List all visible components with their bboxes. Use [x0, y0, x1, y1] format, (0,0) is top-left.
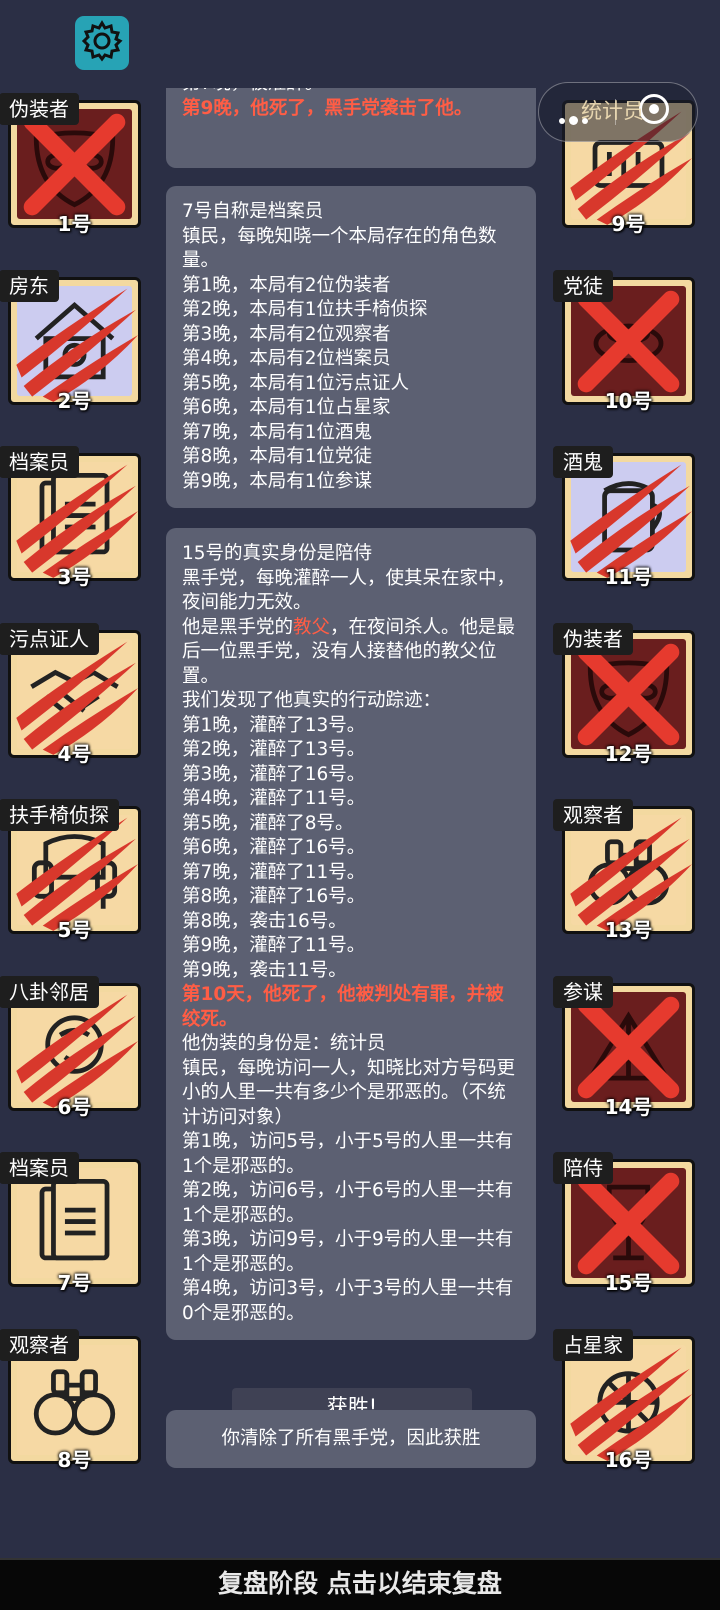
- win-reason-message: 你清除了所有黑手党，因此获胜: [166, 1410, 536, 1468]
- player-number: 13号: [604, 918, 653, 942]
- log-line: 镇民，每晚知晓一个本局存在的角色数量。: [182, 225, 497, 272]
- role-description: 黑手党，每晚灌醉一人，使其呆在家中，夜间能力无效。: [182, 567, 516, 614]
- night-action-line: 第5晚，灌醉了8号。: [182, 812, 354, 834]
- left-player-card-5[interactable]: 扶手椅侦探 5号: [0, 799, 141, 942]
- execution-line: 第10天，他死了，他被判处有罪，并被绞死。: [182, 984, 504, 1030]
- player-number: 1号: [57, 212, 92, 236]
- night-action-line: 第9晚，袭击11号。: [182, 959, 347, 981]
- player-number: 11号: [604, 565, 653, 589]
- role-label: 陪侍: [553, 1152, 613, 1184]
- log-line: 第7晚，被灌醉。: [182, 88, 520, 97]
- night-action-line: 第2晚，灌醉了13号。: [182, 739, 366, 760]
- role-label: 伪装者: [553, 622, 633, 655]
- left-player-card-3[interactable]: 档案员 3号: [0, 446, 141, 589]
- disguise-line: 他伪装的身份是：统计员: [182, 1033, 386, 1054]
- gear-icon: [80, 19, 124, 67]
- visit-result-line: 第2晚，访问6号，小于6号的人里一共有1个是邪恶的。: [182, 1180, 514, 1226]
- left-player-card-1[interactable]: 伪装者 1号: [0, 93, 141, 236]
- right-player-card-8[interactable]: 占星家 16号: [553, 1328, 695, 1472]
- miniprogram-capsule: 统计员: [538, 82, 698, 142]
- player-number: 4号: [57, 741, 92, 766]
- left-player-card-6[interactable]: 八卦邻居 6号: [0, 975, 141, 1119]
- role-label: 档案员: [0, 1152, 79, 1184]
- log-line: 第7晚，本局有1位酒鬼: [182, 421, 373, 443]
- player-number: 15号: [604, 1271, 653, 1295]
- player-number: 9号: [611, 212, 646, 236]
- player-number: 14号: [604, 1094, 653, 1119]
- role-label: 伪装者: [0, 93, 79, 125]
- log-line: 第4晚，本局有2位档案员: [182, 348, 391, 369]
- player-number: 12号: [604, 741, 653, 766]
- role-label: 房东: [0, 269, 59, 302]
- visit-result-line: 第3晚，访问9号，小于9号的人里一共有1个是邪恶的。: [182, 1229, 514, 1275]
- role-label: 酒鬼: [553, 446, 613, 478]
- right-player-card-2[interactable]: 党徒 10号: [553, 269, 695, 413]
- night-action-line: 第8晚，袭击16号。: [182, 910, 347, 932]
- log-line: 第6晚，本局有1位占星家: [182, 397, 391, 418]
- right-player-card-3[interactable]: 酒鬼 11号: [553, 446, 695, 589]
- player-number: 3号: [57, 565, 92, 589]
- log-line: 第9晚，本局有1位参谋: [182, 470, 373, 492]
- trace-heading: 我们发现了他真实的行动踪迹：: [182, 690, 442, 711]
- binoculars-icon: [17, 1344, 132, 1455]
- left-player-card-7[interactable]: 档案员 7号: [0, 1152, 141, 1295]
- capsule-role-label: 统计员: [581, 99, 644, 123]
- right-player-card-4[interactable]: 伪装者 12号: [553, 622, 695, 766]
- right-player-card-5[interactable]: 观察者 13号: [553, 799, 695, 942]
- player-number: 7号: [57, 1271, 92, 1295]
- reveal-title: 15号的真实身份是陪侍: [182, 543, 373, 564]
- document-icon: [17, 1168, 132, 1278]
- right-player-card-7[interactable]: 陪侍 15号: [553, 1152, 695, 1295]
- visit-result-line: 第1晚，访问5号，小于5号的人里一共有1个是邪恶的。: [182, 1131, 514, 1177]
- night-action-line: 第1晚，灌醉了13号。: [182, 714, 366, 736]
- right-player-card-6[interactable]: 参谋 14号: [553, 975, 695, 1119]
- role-label: 观察者: [0, 1328, 79, 1361]
- role-label: 档案员: [0, 446, 79, 478]
- log-line: 第2晚，本局有1位扶手椅侦探: [182, 299, 428, 320]
- settings-button[interactable]: [75, 16, 129, 70]
- godfather-text: 他是黑手党的教父，在夜间杀人。他是最后一位黑手党，没有人接替他的教父位置。: [182, 616, 516, 687]
- role-label: 党徒: [553, 269, 613, 302]
- player-number: 5号: [57, 918, 92, 942]
- log-line: 第1晚，本局有2位伪装者: [182, 274, 391, 296]
- player-number: 10号: [604, 388, 653, 413]
- left-player-card-2[interactable]: 房东 2号: [0, 269, 141, 413]
- log-line: 第5晚，本局有1位污点证人: [182, 372, 410, 394]
- night-action-line: 第3晚，灌醉了16号。: [182, 763, 366, 785]
- night-action-line: 第4晚，灌醉了11号。: [182, 788, 366, 809]
- left-player-card-4[interactable]: 污点证人 4号: [0, 622, 141, 766]
- role-label: 污点证人: [0, 622, 99, 655]
- left-player-card-8[interactable]: 观察者 8号: [0, 1328, 141, 1472]
- player-number: 8号: [57, 1447, 92, 1472]
- godfather-keyword: 教父: [293, 616, 331, 638]
- player-number: 16号: [604, 1447, 653, 1472]
- log-message-9: 第7晚，被灌醉。 第9晚，他死了，黑手党袭击了他。: [166, 88, 536, 168]
- log-death-line: 第9晚，他死了，黑手党袭击了他。: [182, 97, 473, 119]
- player-number: 6号: [57, 1094, 92, 1119]
- role-label: 观察者: [553, 799, 633, 831]
- log-line: 7号自称是档案员: [182, 201, 324, 222]
- disguise-description: 镇民，每晚访问一人，知晓比对方号码更小的人里一共有多少个是邪恶的。（不统计访问对…: [182, 1057, 516, 1128]
- log-line: 第3晚，本局有2位观察者: [182, 323, 391, 345]
- log-message-15-reveal: 15号的真实身份是陪侍 黑手党，每晚灌醉一人，使其呆在家中，夜间能力无效。 他是…: [166, 528, 536, 1340]
- role-label: 参谋: [553, 975, 613, 1008]
- role-label: 八卦邻居: [0, 975, 99, 1008]
- role-label: 扶手椅侦探: [0, 799, 119, 831]
- role-label: 占星家: [553, 1328, 633, 1361]
- night-action-line: 第9晚，灌醉了11号。: [182, 935, 366, 956]
- review-log-panel[interactable]: 第7晚，被灌醉。 第9晚，他死了，黑手党袭击了他。 7号自称是档案员镇民，每晚知…: [152, 88, 550, 1508]
- win-reason-text: 你清除了所有黑手党，因此获胜: [221, 1428, 481, 1449]
- log-line: 第8晚，本局有1位党徒: [182, 446, 373, 467]
- night-action-line: 第6晚，灌醉了16号。: [182, 837, 366, 858]
- log-message-7-claim: 7号自称是档案员 镇民，每晚知晓一个本局存在的角色数量。 第1晚，本局有2位伪装者第…: [166, 186, 536, 508]
- player-number: 2号: [57, 388, 92, 413]
- night-action-line: 第7晚，灌醉了11号。: [182, 861, 366, 883]
- end-review-button[interactable]: 复盘阶段 点击以结束复盘: [0, 1558, 720, 1610]
- visit-result-line: 第4晚，访问3号，小于3号的人里一共有0个是邪恶的。: [182, 1278, 514, 1324]
- night-action-line: 第8晚，灌醉了16号。: [182, 886, 366, 907]
